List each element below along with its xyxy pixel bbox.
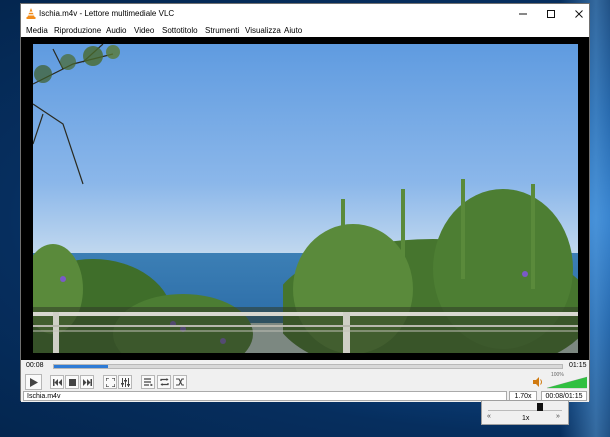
menu-audio[interactable]: Audio <box>106 26 126 35</box>
play-button[interactable] <box>25 374 42 390</box>
normal-speed-label[interactable]: 1x <box>522 415 529 422</box>
playback-speed-popup: « 1x » <box>481 400 569 425</box>
loop-icon <box>159 378 169 386</box>
previous-icon <box>52 378 62 386</box>
title-bar: Ischia.m4v - Lettore multimediale VLC <box>21 4 589 24</box>
status-filename: Ischia.m4v <box>23 391 507 401</box>
loop-button[interactable] <box>157 375 171 389</box>
vlc-window: Ischia.m4v - Lettore multimediale VLC Me… <box>20 3 590 402</box>
control-bar: 100% <box>21 372 589 391</box>
faster-button[interactable]: » <box>556 413 560 420</box>
menu-video[interactable]: Video <box>134 26 154 35</box>
extended-settings-button[interactable] <box>118 375 132 389</box>
menu-riproduzione[interactable]: Riproduzione <box>54 26 101 35</box>
close-icon <box>575 10 583 18</box>
menu-strumenti[interactable]: Strumenti <box>205 26 239 35</box>
minimize-icon <box>519 13 527 15</box>
stop-icon <box>68 378 76 386</box>
menu-aiuto[interactable]: Aiuto <box>284 26 302 35</box>
window-title: Ischia.m4v - Lettore multimediale VLC <box>39 9 175 18</box>
equalizer-icon <box>120 377 130 387</box>
volume-percent: 100% <box>551 372 564 378</box>
fullscreen-button[interactable] <box>103 375 117 389</box>
menu-media[interactable]: Media <box>26 26 48 35</box>
maximize-button[interactable] <box>537 4 565 24</box>
speed-slider-handle[interactable] <box>537 403 543 411</box>
video-tree-branches <box>33 44 120 185</box>
fullscreen-icon <box>105 377 115 387</box>
next-icon <box>82 378 92 386</box>
video-railing <box>33 307 578 353</box>
elapsed-time: 00:08 <box>26 362 44 369</box>
total-time: 01:15 <box>569 362 587 369</box>
maximize-icon <box>547 10 555 18</box>
speaker-icon[interactable] <box>533 377 542 387</box>
menu-visualizza[interactable]: Visualizza <box>245 26 281 35</box>
shuffle-button[interactable] <box>173 375 187 389</box>
video-frame <box>33 44 578 353</box>
video-area[interactable] <box>21 37 589 360</box>
vlc-cone-icon <box>26 8 36 19</box>
previous-button[interactable] <box>50 375 64 389</box>
seek-slider[interactable] <box>53 364 563 369</box>
menu-sottotitolo[interactable]: Sottotitolo <box>162 26 198 35</box>
shuffle-icon <box>175 378 184 386</box>
close-button[interactable] <box>565 4 593 24</box>
minimize-button[interactable] <box>509 4 537 24</box>
seek-row: 00:08 01:15 <box>21 360 589 374</box>
play-icon <box>30 377 38 387</box>
seek-progress <box>54 365 109 368</box>
stop-button[interactable] <box>65 375 79 389</box>
next-button[interactable] <box>80 375 94 389</box>
speed-slider-track[interactable] <box>488 410 562 411</box>
playlist-button[interactable] <box>141 375 155 389</box>
playlist-icon <box>143 378 153 386</box>
slower-button[interactable]: « <box>487 413 491 420</box>
menu-bar: Media Riproduzione Audio Video Sottotito… <box>21 24 589 38</box>
